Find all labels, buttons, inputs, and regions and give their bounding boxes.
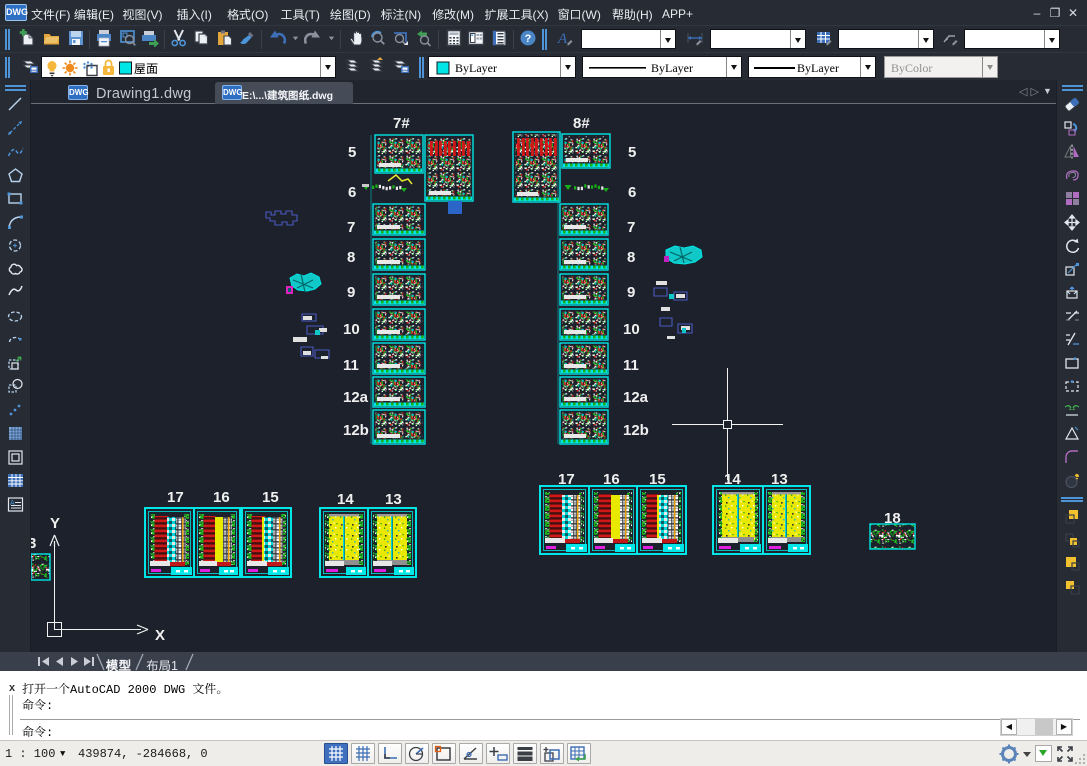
svg-text:8: 8 [347, 249, 355, 266]
svg-text:17: 17 [558, 471, 575, 488]
svg-text:6: 6 [628, 184, 636, 201]
svg-text:?: ? [525, 33, 532, 45]
svg-text:12a: 12a [623, 389, 649, 406]
svg-text:11: 11 [343, 357, 359, 374]
svg-text:14: 14 [724, 471, 741, 488]
svg-text:10: 10 [623, 321, 640, 338]
svg-text:3: 3 [31, 535, 36, 552]
svg-text:15: 15 [262, 489, 279, 506]
svg-text:13: 13 [385, 491, 402, 508]
svg-text:16: 16 [603, 471, 620, 488]
svg-text:X: X [155, 627, 165, 644]
svg-text:6: 6 [348, 184, 356, 201]
svg-text:18: 18 [884, 510, 901, 527]
svg-text:Y: Y [50, 515, 60, 532]
svg-text:10: 10 [343, 321, 360, 338]
svg-text:11: 11 [623, 357, 639, 374]
svg-text:7: 7 [627, 219, 635, 236]
svg-text:7: 7 [347, 219, 355, 236]
svg-text:13: 13 [771, 471, 788, 488]
svg-text:12b: 12b [623, 422, 649, 439]
svg-text:17: 17 [167, 489, 184, 506]
svg-text:5: 5 [348, 144, 356, 161]
svg-text:12a: 12a [343, 389, 369, 406]
svg-text:9: 9 [627, 284, 635, 301]
svg-text:9: 9 [347, 284, 355, 301]
svg-text:8#: 8# [573, 115, 590, 132]
svg-text:16: 16 [213, 489, 230, 506]
svg-text:5: 5 [628, 144, 636, 161]
svg-text:7#: 7# [393, 115, 410, 132]
svg-text:15: 15 [649, 471, 666, 488]
svg-text:12b: 12b [343, 422, 369, 439]
svg-text:A: A [557, 31, 568, 47]
svg-text:14: 14 [337, 491, 354, 508]
svg-text:8: 8 [627, 249, 635, 266]
